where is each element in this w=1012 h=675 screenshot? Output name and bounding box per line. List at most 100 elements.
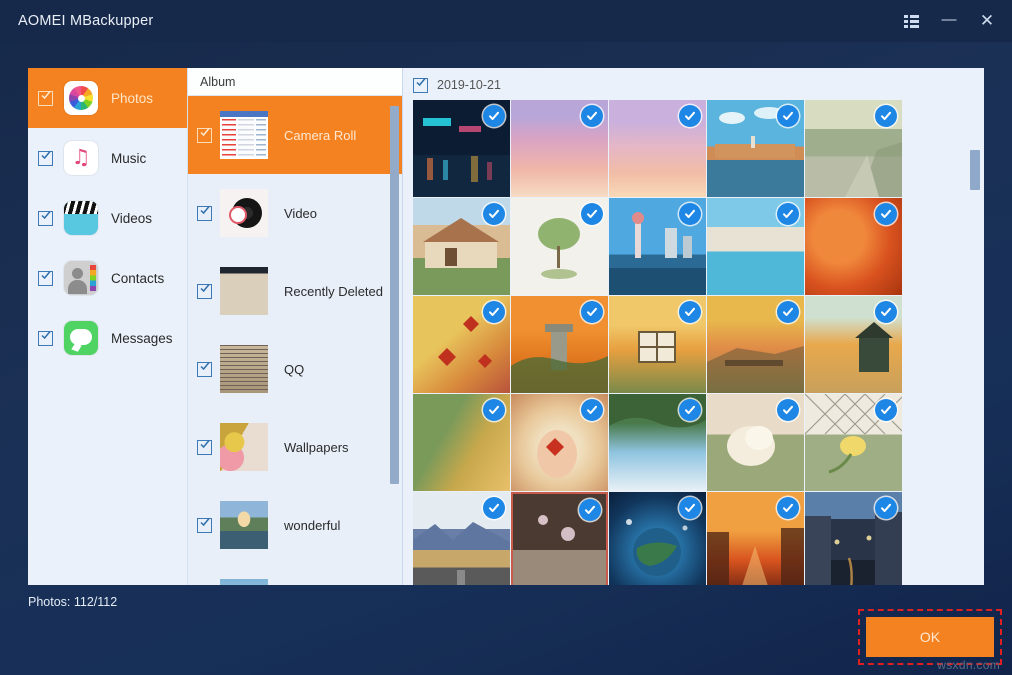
- photo-select-badge[interactable]: [777, 301, 799, 323]
- photo-thumbnail[interactable]: [707, 394, 804, 491]
- photo-thumbnail[interactable]: [707, 100, 804, 197]
- contacts-checkbox[interactable]: [38, 271, 53, 286]
- album-item-recently-deleted[interactable]: Recently Deleted: [188, 252, 402, 330]
- photo-select-badge[interactable]: [483, 203, 505, 225]
- minimize-icon[interactable]: —: [930, 5, 968, 37]
- photo-select-badge[interactable]: [777, 497, 799, 519]
- window-controls: — ✕: [892, 5, 1006, 37]
- photo-thumbnail[interactable]: [609, 198, 706, 295]
- album-thumbnail: [220, 189, 268, 237]
- photo-thumbnail[interactable]: [413, 296, 510, 393]
- photo-thumbnail[interactable]: [413, 100, 510, 197]
- photo-thumbnail[interactable]: [707, 492, 804, 585]
- album-scrollbar-thumb[interactable]: [390, 106, 399, 484]
- photo-select-badge[interactable]: [777, 203, 799, 225]
- title-bar: AOMEI MBackupper — ✕: [0, 0, 1012, 42]
- workspace: Photos Music Videos Contacts: [28, 68, 984, 585]
- photo-thumbnail[interactable]: [609, 100, 706, 197]
- photo-scrollbar-thumb[interactable]: [970, 150, 980, 190]
- photo-select-badge[interactable]: [483, 497, 505, 519]
- album-item-wonderful[interactable]: wonderful: [188, 486, 402, 564]
- photo-thumbnail[interactable]: [805, 492, 902, 585]
- photo-thumbnail[interactable]: [511, 492, 608, 585]
- album-item-partial[interactable]: [188, 564, 402, 585]
- photo-thumbnail[interactable]: [707, 296, 804, 393]
- photo-select-badge[interactable]: [581, 203, 603, 225]
- album-scrollbar[interactable]: [390, 98, 399, 581]
- menu-list-icon[interactable]: [892, 5, 930, 37]
- photo-thumbnail[interactable]: [609, 492, 706, 585]
- album-label-wonderful: wonderful: [284, 518, 340, 533]
- photo-select-badge[interactable]: [581, 399, 603, 421]
- photo-thumbnail[interactable]: [511, 296, 608, 393]
- photo-select-badge[interactable]: [875, 301, 897, 323]
- sidebar-item-photos[interactable]: Photos: [28, 68, 187, 128]
- album-checkbox-recently-deleted[interactable]: [197, 284, 212, 299]
- photo-select-badge[interactable]: [679, 497, 701, 519]
- photo-thumbnail[interactable]: [413, 198, 510, 295]
- photo-count-status: Photos: 112/112: [28, 595, 117, 609]
- photos-checkbox[interactable]: [38, 91, 53, 106]
- album-panel-header: Album: [188, 68, 402, 96]
- photo-select-badge[interactable]: [581, 105, 603, 127]
- photo-thumbnail[interactable]: [805, 296, 902, 393]
- photo-thumbnail[interactable]: [707, 198, 804, 295]
- photo-select-badge[interactable]: [483, 301, 505, 323]
- photo-select-badge[interactable]: [777, 399, 799, 421]
- album-panel: Album Camera Roll Video: [188, 68, 403, 585]
- photo-select-badge[interactable]: [777, 105, 799, 127]
- photo-select-badge[interactable]: [579, 499, 601, 521]
- videos-checkbox[interactable]: [38, 211, 53, 226]
- album-checkbox-wallpapers[interactable]: [197, 440, 212, 455]
- photo-select-badge[interactable]: [483, 399, 505, 421]
- album-checkbox-camera-roll[interactable]: [197, 128, 212, 143]
- close-icon[interactable]: ✕: [968, 5, 1006, 37]
- photo-scrollbar[interactable]: [970, 72, 980, 581]
- sidebar-label-photos: Photos: [111, 91, 153, 106]
- music-checkbox[interactable]: [38, 151, 53, 166]
- album-item-camera-roll[interactable]: Camera Roll: [188, 96, 402, 174]
- photo-select-badge[interactable]: [875, 497, 897, 519]
- album-item-qq[interactable]: QQ: [188, 330, 402, 408]
- album-list[interactable]: Camera Roll Video Recently Deleted: [188, 96, 402, 585]
- album-label-wallpapers: Wallpapers: [284, 440, 349, 455]
- photo-select-badge[interactable]: [679, 105, 701, 127]
- album-checkbox-qq[interactable]: [197, 362, 212, 377]
- album-checkbox-video[interactable]: [197, 206, 212, 221]
- album-thumbnail: [220, 345, 268, 393]
- photo-select-badge[interactable]: [875, 105, 897, 127]
- photo-thumbnail[interactable]: [805, 100, 902, 197]
- photo-select-badge[interactable]: [679, 203, 701, 225]
- photo-thumbnail[interactable]: [511, 100, 608, 197]
- messages-checkbox[interactable]: [38, 331, 53, 346]
- photo-select-badge[interactable]: [483, 105, 505, 127]
- photo-select-badge[interactable]: [679, 399, 701, 421]
- photo-thumbnail[interactable]: [511, 394, 608, 491]
- sidebar-label-music: Music: [111, 151, 146, 166]
- photo-thumbnail[interactable]: [609, 296, 706, 393]
- sidebar-item-music[interactable]: Music: [28, 128, 187, 188]
- sidebar-label-messages: Messages: [111, 331, 173, 346]
- ok-button[interactable]: OK: [866, 617, 994, 657]
- photo-select-badge[interactable]: [679, 301, 701, 323]
- album-checkbox-wonderful[interactable]: [197, 518, 212, 533]
- album-thumbnail: [220, 579, 268, 585]
- sidebar-item-videos[interactable]: Videos: [28, 188, 187, 248]
- album-label-video: Video: [284, 206, 317, 221]
- photo-select-badge[interactable]: [875, 203, 897, 225]
- photo-thumbnail[interactable]: [413, 394, 510, 491]
- album-item-video[interactable]: Video: [188, 174, 402, 252]
- photo-date-header: 2019-10-21: [403, 68, 984, 94]
- contacts-icon: [64, 261, 98, 295]
- photo-thumbnail[interactable]: [511, 198, 608, 295]
- sidebar-item-messages[interactable]: Messages: [28, 308, 187, 368]
- photo-thumbnail[interactable]: [609, 394, 706, 491]
- photo-select-badge[interactable]: [581, 301, 603, 323]
- photo-thumbnail[interactable]: [413, 492, 510, 585]
- photo-select-badge[interactable]: [875, 399, 897, 421]
- date-group-checkbox[interactable]: [413, 78, 428, 93]
- photo-thumbnail[interactable]: [805, 198, 902, 295]
- album-item-wallpapers[interactable]: Wallpapers: [188, 408, 402, 486]
- photo-thumbnail[interactable]: [805, 394, 902, 491]
- sidebar-item-contacts[interactable]: Contacts: [28, 248, 187, 308]
